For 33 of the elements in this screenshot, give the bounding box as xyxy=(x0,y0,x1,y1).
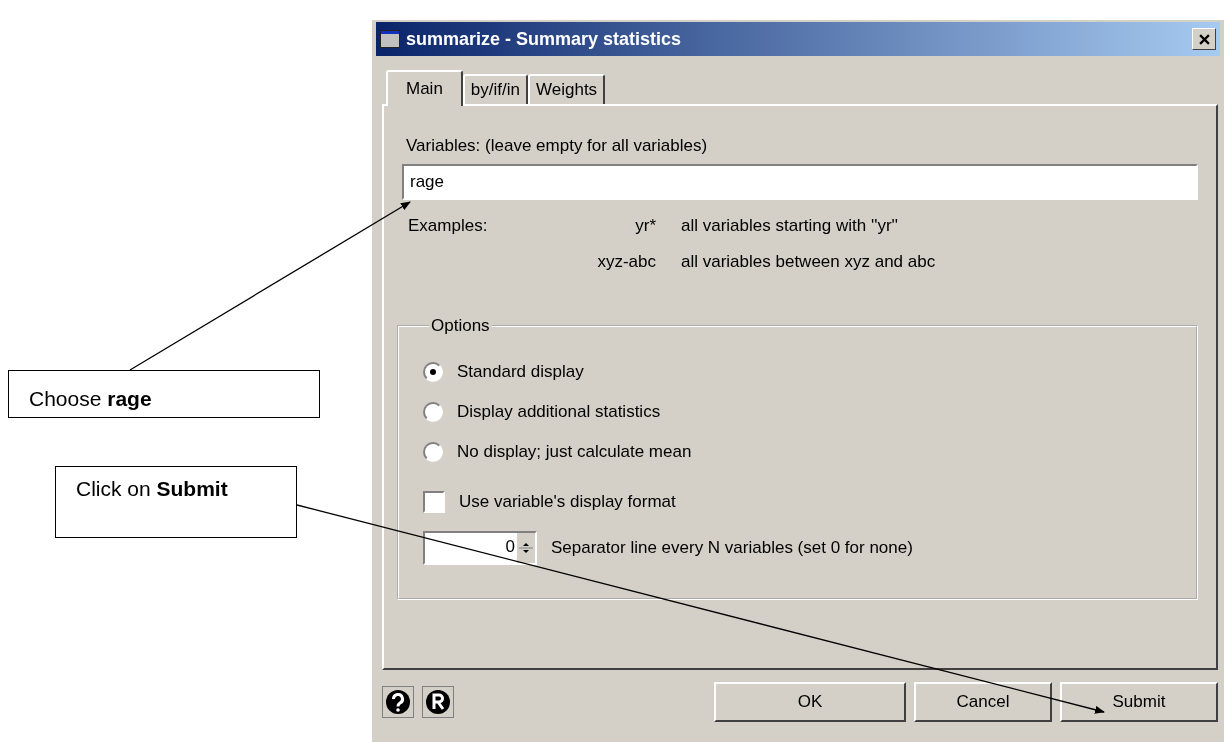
window-icon xyxy=(380,30,400,48)
tab[interactable]: Weights xyxy=(528,74,606,104)
checkbox-label: Use variable's display format xyxy=(459,492,676,512)
dialog-button[interactable]: OK xyxy=(714,682,906,722)
radio-button[interactable] xyxy=(423,442,443,462)
radio-label: Standard display xyxy=(457,362,584,382)
checkbox[interactable] xyxy=(423,491,445,513)
spinner-field[interactable]: 0 xyxy=(423,531,537,565)
callout-box: Choose rage xyxy=(8,370,320,418)
radio-button[interactable] xyxy=(423,362,443,382)
window-title: summarize - Summary statistics xyxy=(406,28,683,50)
reset-icon[interactable] xyxy=(422,686,454,718)
help-icon[interactable] xyxy=(382,686,414,718)
radio-label: Display additional statistics xyxy=(457,402,661,422)
spinner-arrows-icon[interactable] xyxy=(519,540,533,556)
separator-label: Separator line every N variables (set 0 for none) xyxy=(551,538,913,558)
example-description: all variables between xyz and abc xyxy=(681,252,936,272)
options-title: Options xyxy=(430,316,491,336)
dialog-button[interactable]: Submit xyxy=(1060,682,1218,722)
radio-label: No display; just calculate mean xyxy=(457,442,692,462)
example-description: all variables starting with ''yr'' xyxy=(681,216,899,236)
variables-label: Variables: (leave empty for all variables) xyxy=(406,136,709,156)
variables-field[interactable]: rage xyxy=(402,164,1198,200)
example-pattern: yr* xyxy=(634,216,656,236)
radio-button[interactable] xyxy=(423,402,443,422)
examples-label: Examples: xyxy=(408,216,489,237)
callout-box: Click on Submit xyxy=(55,466,297,538)
dialog-button[interactable]: Cancel xyxy=(914,682,1052,722)
tab[interactable]: by/if/in xyxy=(462,74,528,104)
tab[interactable]: Main xyxy=(386,70,463,106)
example-pattern: xyz-abc xyxy=(596,252,656,272)
close-button[interactable] xyxy=(1192,28,1216,50)
close-icon xyxy=(1198,33,1210,45)
